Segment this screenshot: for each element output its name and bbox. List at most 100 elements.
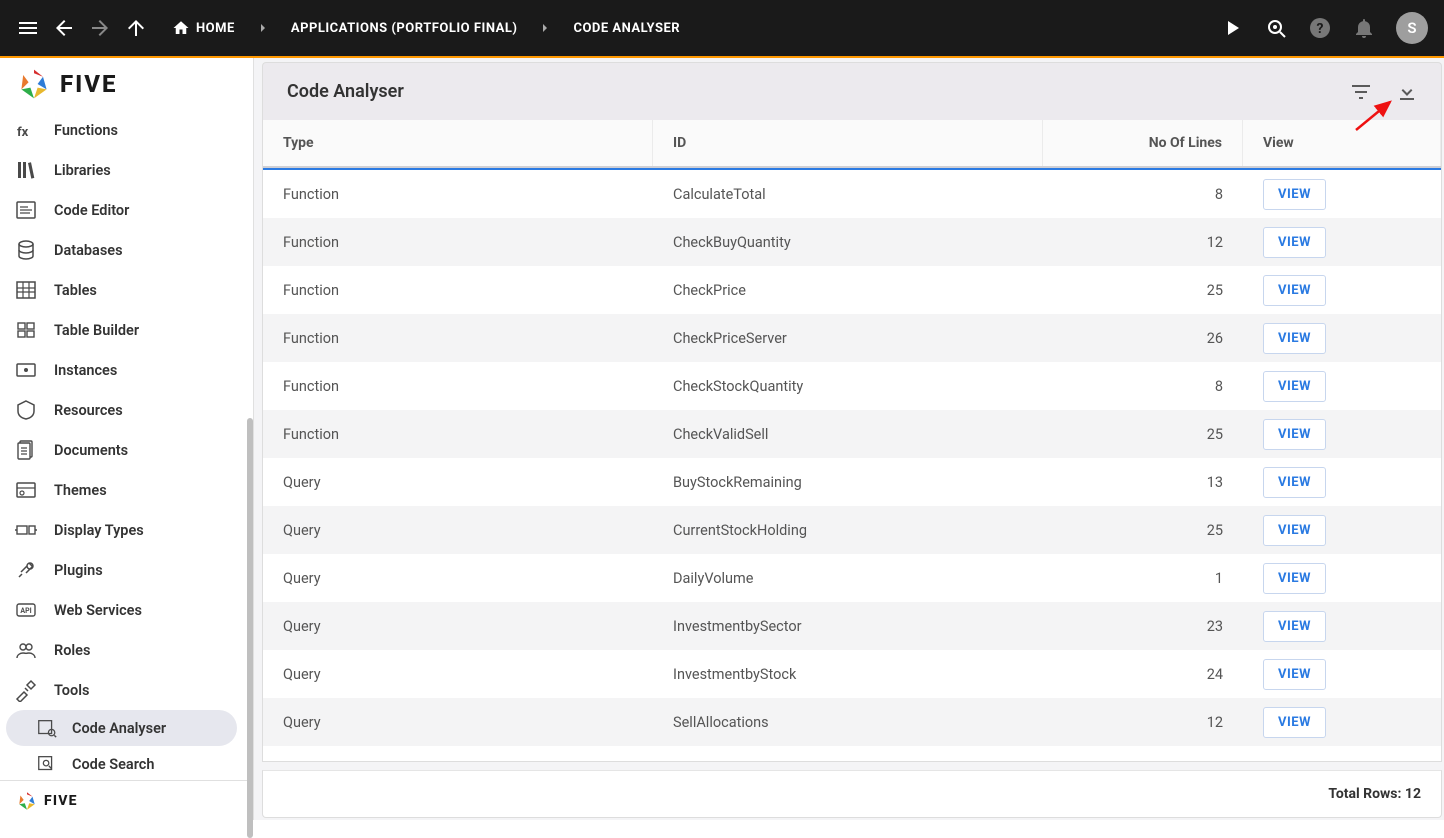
chevron-right-icon <box>537 20 553 36</box>
view-button[interactable]: VIEW <box>1263 659 1326 690</box>
sidebar-item-label: Instances <box>54 362 117 379</box>
table-row[interactable]: QueryCurrentStockHolding25VIEW <box>263 506 1441 554</box>
th-type[interactable]: Type <box>263 120 653 166</box>
sidebar-item-roles[interactable]: Roles <box>0 630 253 670</box>
view-button[interactable]: VIEW <box>1263 611 1326 642</box>
sidebar-item-display-types[interactable]: Display Types <box>0 510 253 550</box>
download-icon[interactable] <box>1395 80 1419 104</box>
footer-logo[interactable]: FIVE <box>0 780 253 820</box>
topbar: HOME APPLICATIONS (PORTFOLIO FINAL) CODE… <box>0 0 1444 56</box>
th-lines[interactable]: No Of Lines <box>1043 120 1243 166</box>
menu-icon[interactable] <box>16 16 40 40</box>
help-icon[interactable]: ? <box>1308 16 1332 40</box>
cell-type: Query <box>263 618 653 635</box>
cell-id: CalculateTotal <box>653 186 1043 203</box>
table-row[interactable]: QueryBuyStockRemaining13VIEW <box>263 458 1441 506</box>
table-row[interactable]: FunctionCheckStockQuantity8VIEW <box>263 362 1441 410</box>
sidebar-item-instances[interactable]: Instances <box>0 350 253 390</box>
view-button[interactable]: VIEW <box>1263 179 1326 210</box>
sidebar-item-tables[interactable]: Tables <box>0 270 253 310</box>
sidebar-item-table-builder[interactable]: Table Builder <box>0 310 253 350</box>
breadcrumb-current[interactable]: CODE ANALYSER <box>573 21 680 36</box>
view-button[interactable]: VIEW <box>1263 515 1326 546</box>
cell-type: Function <box>263 282 653 299</box>
cell-id: CheckBuyQuantity <box>653 234 1043 251</box>
cell-type: Function <box>263 234 653 251</box>
cell-view: VIEW <box>1243 371 1441 402</box>
table-row[interactable]: QueryInvestmentbySector23 VIEW <box>263 602 1441 650</box>
cell-view: VIEW <box>1243 179 1441 210</box>
cell-lines: 25 <box>1043 282 1243 299</box>
cell-lines: 23 <box>1043 618 1243 635</box>
logo[interactable]: FIVE <box>0 58 253 110</box>
cell-type: Function <box>263 186 653 203</box>
view-button[interactable]: VIEW <box>1263 563 1326 594</box>
sidebar-item-functions[interactable]: fx Functions <box>0 110 253 150</box>
view-button[interactable]: VIEW <box>1263 467 1326 498</box>
table-row[interactable]: FunctionCalculateTotal8VIEW <box>263 170 1441 218</box>
sidebar-item-tools[interactable]: Tools <box>0 670 253 710</box>
inspect-icon[interactable] <box>1264 16 1288 40</box>
main: Code Analyser Type ID No Of Lines View F… <box>254 58 1444 820</box>
view-button[interactable]: VIEW <box>1263 707 1326 738</box>
sidebar-item-web-services[interactable]: API Web Services <box>0 590 253 630</box>
cell-type: Query <box>263 522 653 539</box>
scrollbar-thumb[interactable] <box>247 418 253 838</box>
svg-text:fx: fx <box>17 125 29 140</box>
table-row[interactable]: QueryInvestmentbyStock24VIEW <box>263 650 1441 698</box>
sidebar-item-documents[interactable]: Documents <box>0 430 253 470</box>
filter-icon[interactable] <box>1349 80 1373 104</box>
table-row[interactable]: FunctionCheckPriceServer26VIEW <box>263 314 1441 362</box>
sidebar-item-label: Libraries <box>54 162 111 179</box>
sidebar-item-label: Documents <box>54 442 128 459</box>
view-button[interactable]: VIEW <box>1263 323 1326 354</box>
table-row[interactable]: QueryDailyVolume1VIEW <box>263 554 1441 602</box>
breadcrumb-applications[interactable]: APPLICATIONS (PORTFOLIO FINAL) <box>291 21 518 36</box>
home-icon <box>172 19 190 37</box>
sidebar-item-plugins[interactable]: Plugins <box>0 550 253 590</box>
sidebar-item-themes[interactable]: Themes <box>0 470 253 510</box>
view-button[interactable]: VIEW <box>1263 227 1326 258</box>
cell-view: VIEW <box>1243 323 1441 354</box>
cell-lines: 25 <box>1043 426 1243 443</box>
table-row[interactable]: FunctionCheckValidSell25VIEW <box>263 410 1441 458</box>
cell-view: VIEW <box>1243 419 1441 450</box>
th-id[interactable]: ID <box>653 120 1043 166</box>
table-row[interactable]: FunctionCheckBuyQuantity12VIEW <box>263 218 1441 266</box>
view-button[interactable]: VIEW <box>1263 419 1326 450</box>
table-row[interactable]: QuerySellAllocations12VIEW <box>263 698 1441 746</box>
cell-view: VIEW <box>1243 611 1441 642</box>
side-nav: fx Functions Libraries Code EditorDatabases… <box>0 110 253 780</box>
cell-type: Function <box>263 378 653 395</box>
cell-id: CheckStockQuantity <box>653 378 1043 395</box>
view-button[interactable]: VIEW <box>1263 371 1326 402</box>
sidebar-subitem-code-search[interactable]: Code Search <box>6 746 237 780</box>
sidebar-item-label: Resources <box>54 402 123 419</box>
up-icon[interactable] <box>124 16 148 40</box>
sidebar-item-label: Functions <box>54 122 118 139</box>
cell-view: VIEW <box>1243 275 1441 306</box>
cell-view: VIEW <box>1243 707 1441 738</box>
play-icon[interactable] <box>1220 16 1244 40</box>
th-view: View <box>1243 120 1441 166</box>
table-body: FunctionCalculateTotal8VIEWFunctionCheck… <box>263 170 1441 761</box>
chevron-right-icon <box>255 20 271 36</box>
forward-icon[interactable] <box>88 16 112 40</box>
table-row[interactable]: FunctionCheckPrice25VIEW <box>263 266 1441 314</box>
cell-id: DailyVolume <box>653 570 1043 587</box>
sidebar-item-label: Web Services <box>54 602 142 619</box>
sidebar-item-libraries[interactable]: Libraries <box>0 150 253 190</box>
breadcrumb-home[interactable]: HOME <box>172 19 235 37</box>
cell-id: InvestmentbySector <box>653 618 1043 635</box>
sidebar-subitem-code-analyser[interactable]: Code Analyser <box>6 710 237 746</box>
svg-text:API: API <box>20 607 31 615</box>
avatar[interactable]: S <box>1396 12 1428 44</box>
breadcrumb: HOME APPLICATIONS (PORTFOLIO FINAL) CODE… <box>172 19 680 37</box>
sidebar-item-resources[interactable]: Resources <box>0 390 253 430</box>
cell-lines: 12 <box>1043 714 1243 731</box>
sidebar-item-code-editor[interactable]: Code Editor <box>0 190 253 230</box>
view-button[interactable]: VIEW <box>1263 275 1326 306</box>
bell-icon[interactable] <box>1352 16 1376 40</box>
sidebar-item-databases[interactable]: Databases <box>0 230 253 270</box>
back-icon[interactable] <box>52 16 76 40</box>
